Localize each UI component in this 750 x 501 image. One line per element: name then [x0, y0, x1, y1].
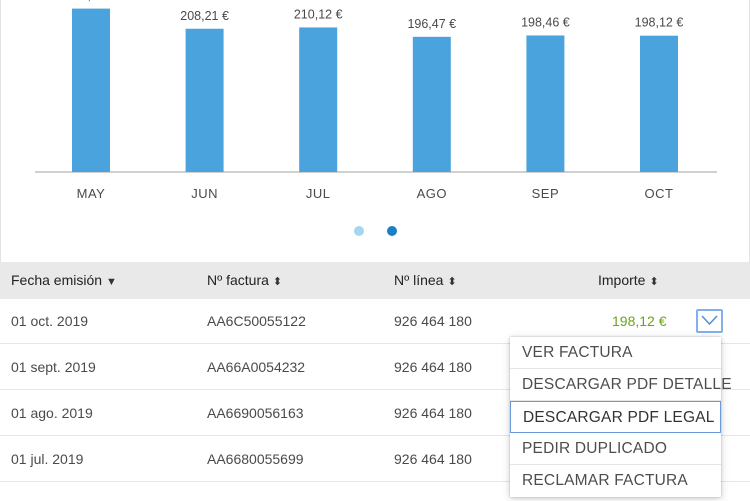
row-date: 01 sept. 2019: [11, 359, 96, 375]
row-invoice: AA66A0054232: [207, 359, 306, 375]
column-header-date-label: Fecha emisión: [11, 272, 103, 288]
bar-ago[interactable]: [412, 36, 451, 172]
bar-value-label: 198,12 €: [635, 16, 684, 30]
menu-item-descargar-pdf-legal[interactable]: DESCARGAR PDF LEGAL: [510, 401, 721, 433]
bar-oct[interactable]: [640, 35, 678, 173]
bar-value-label: 237,49 €: [67, 0, 116, 3]
bar-jun[interactable]: [185, 28, 224, 172]
row-line: 926 464 180: [394, 313, 472, 329]
x-tick-label: JUL: [306, 186, 331, 201]
chart-pagination: [1, 226, 750, 238]
x-tick-label: MAY: [77, 186, 106, 201]
sort-icon: ⬍: [272, 276, 283, 288]
bar-sep[interactable]: [526, 35, 565, 172]
row-date: 01 jul. 2019: [11, 451, 84, 467]
row-line: 926 464 180: [394, 405, 472, 421]
x-tick-label: JUN: [191, 186, 218, 201]
row-line: 926 464 180: [394, 359, 472, 375]
bar-value-label: 198,46 €: [521, 15, 570, 29]
caret-down-icon: ▼: [106, 276, 117, 288]
row-actions-toggle[interactable]: [696, 309, 723, 333]
invoice-history-chart: 237,49 € MAY 208,21 € JUN 210,12 € JUL 196,47 …: [0, 0, 750, 262]
row-invoice: AA6680055699: [207, 451, 304, 467]
row-date: 01 ago. 2019: [11, 405, 93, 421]
menu-item-pedir-duplicado[interactable]: PEDIR DUPLICADO: [510, 433, 721, 465]
column-header-invoice[interactable]: Nº factura ⬍: [207, 262, 282, 301]
x-tick-label: AGO: [417, 186, 447, 201]
bar-value-label: 208,21 €: [180, 9, 229, 23]
sort-icon: ⬍: [447, 276, 457, 288]
bar-jul[interactable]: [299, 27, 338, 173]
chart-page-dot-2[interactable]: [387, 226, 397, 236]
chevron-down-icon: [701, 315, 718, 326]
row-date: 01 oct. 2019: [11, 313, 89, 329]
column-header-line-label: Nº línea: [394, 272, 444, 288]
menu-item-ver-factura[interactable]: VER FACTURA: [510, 337, 721, 369]
column-header-date[interactable]: Fecha emisión ▼: [11, 262, 117, 301]
chart-page-dot-1[interactable]: [354, 226, 364, 236]
column-header-amount[interactable]: Importe ⬍: [598, 262, 659, 301]
bar-value-label: 196,47 €: [407, 17, 456, 31]
column-header-line[interactable]: Nº línea ⬍: [394, 262, 457, 301]
column-header-amount-label: Importe: [598, 272, 646, 288]
sort-icon: ⬍: [649, 276, 659, 288]
menu-item-reclamar-factura[interactable]: RECLAMAR FACTURA: [510, 465, 721, 497]
column-header-invoice-label: Nº factura: [207, 272, 269, 288]
row-invoice: AA6690056163: [207, 405, 304, 421]
invoices-table-header: Fecha emisión ▼ Nº factura ⬍ Nº línea ⬍ Imp…: [0, 262, 750, 299]
bar-value-label: 210,12 €: [294, 7, 343, 21]
menu-item-descargar-pdf-detalle[interactable]: DESCARGAR PDF DETALLE: [510, 369, 732, 401]
row-line: 926 464 180: [394, 451, 472, 467]
invoice-actions-menu: VER FACTURA DESCARGAR PDF DETALLE DESCAR…: [510, 337, 732, 497]
bar-may[interactable]: [72, 8, 110, 173]
bar-chart-svg: 237,49 € MAY 208,21 € JUN 210,12 € JUL 196,47 …: [35, 0, 717, 201]
row-invoice: AA6C50055122: [207, 313, 306, 329]
x-tick-label: OCT: [645, 186, 674, 201]
x-tick-label: SEP: [532, 186, 560, 201]
